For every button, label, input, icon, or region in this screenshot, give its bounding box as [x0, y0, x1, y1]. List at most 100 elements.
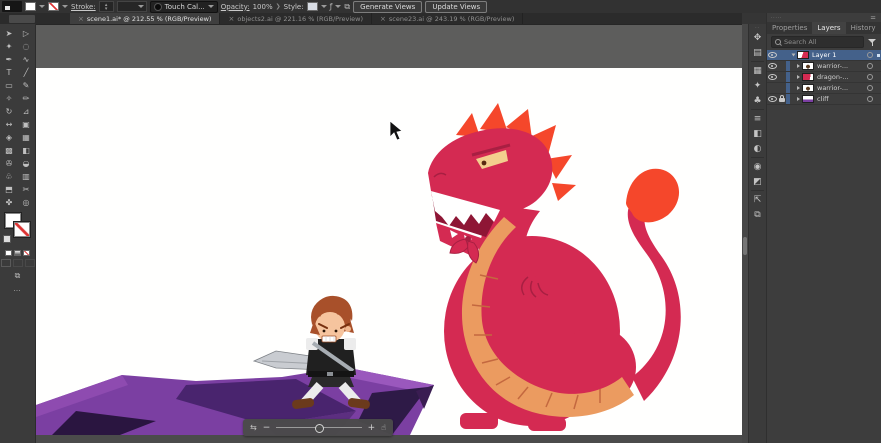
column-graph-tool-icon[interactable]: ▥ [18, 170, 35, 183]
chevron-down-icon[interactable] [321, 5, 327, 8]
expand-chevron-icon[interactable] [795, 86, 802, 90]
graphic-style-swatch[interactable] [307, 2, 318, 11]
expand-chevron-icon[interactable] [790, 53, 797, 57]
zoom-tool-icon[interactable]: ◎ [18, 196, 35, 209]
gradient-tool-icon[interactable]: ◧ [18, 144, 35, 157]
search-input[interactable]: Search All [771, 36, 864, 48]
layer-name[interactable]: Layer 1 [812, 51, 865, 59]
expand-chevron-icon[interactable] [795, 97, 802, 101]
width-profile-dropdown[interactable] [117, 1, 147, 12]
canvas-area[interactable]: ⇆ − + ☝ [36, 24, 742, 443]
panel-tab-history[interactable]: History [846, 22, 881, 34]
close-tab-icon[interactable]: × [228, 15, 234, 23]
layer-row[interactable]: Layer 1 [767, 50, 881, 61]
mesh-tool-icon[interactable]: ▩ [1, 144, 18, 157]
layer-thumbnail[interactable] [802, 62, 814, 70]
document-tab-1[interactable]: ×scene1.ai* @ 212.55 % (RGB/Preview) [70, 13, 220, 24]
type-tool-icon[interactable]: T [1, 66, 18, 79]
scale-tool-icon[interactable]: ⊿ [18, 105, 35, 118]
shaper-tool-icon[interactable]: ✧ [1, 92, 18, 105]
expand-chevron-icon[interactable] [795, 64, 802, 68]
target-circle-icon[interactable] [865, 63, 875, 69]
visibility-eye-icon[interactable] [767, 63, 777, 69]
visibility-eye-icon[interactable] [767, 74, 777, 80]
symbol-sprayer-tool-icon[interactable]: ♧ [1, 170, 18, 183]
expand-chevron-icon[interactable] [795, 75, 802, 79]
stroke-panel-icon[interactable]: ≡ [749, 111, 766, 126]
draw-normal-button[interactable] [1, 259, 11, 267]
line-segment-tool-icon[interactable]: ╱ [18, 66, 35, 79]
perspective-grid-tool-icon[interactable]: ▦ [18, 131, 35, 144]
stroke-color-swatch[interactable] [48, 2, 59, 11]
update-views-button[interactable]: Update Views [425, 1, 487, 13]
pen-tool-icon[interactable]: ✒ [1, 53, 18, 66]
panel-menu-icon[interactable]: = [870, 14, 877, 22]
zoom-slider-track[interactable] [276, 427, 361, 428]
zoom-presets-icon[interactable]: ⇆ [250, 423, 257, 432]
slice-tool-icon[interactable]: ✂ [18, 183, 35, 196]
workspace-mini-button[interactable] [9, 15, 35, 23]
visibility-eye-icon[interactable] [767, 96, 777, 102]
screen-mode-icon[interactable]: ⧉ [0, 271, 35, 281]
opacity-value[interactable]: 100% [253, 3, 273, 11]
layer-name[interactable]: dragon-... [817, 73, 865, 81]
color-mode-button[interactable] [5, 250, 12, 256]
direct-selection-tool-icon[interactable]: ▷ [18, 27, 35, 40]
panel-grip[interactable]: ·····= [767, 13, 881, 22]
draw-behind-button[interactable] [13, 259, 23, 267]
brushes-panel-icon[interactable]: ◉ [749, 159, 766, 174]
paintbrush-tool-icon[interactable]: ✎ [18, 79, 35, 92]
rectangle-tool-icon[interactable]: ▭ [1, 79, 18, 92]
chevron-down-icon[interactable] [62, 5, 68, 8]
pencil-tool-icon[interactable]: ✏ [18, 92, 35, 105]
document-tab-3[interactable]: ×scene23.ai @ 243.19 % (RGB/Preview) [372, 13, 523, 24]
recolor-artwork-icon[interactable]: ƒ [330, 2, 333, 11]
layer-name[interactable]: warrior-... [817, 84, 865, 92]
curvature-tool-icon[interactable]: ∿ [18, 53, 35, 66]
layer-row[interactable]: cliff [767, 94, 881, 105]
magic-wand-tool-icon[interactable]: ✦ [1, 40, 18, 53]
target-circle-icon[interactable] [865, 96, 875, 102]
touch-mode-icon[interactable]: ☝ [381, 423, 386, 432]
layers-panel-icon[interactable]: ⧉ [749, 207, 766, 222]
layer-thumbnail[interactable] [802, 73, 814, 81]
export-panel-icon[interactable]: ⇱ [749, 192, 766, 207]
eyedropper-tool-icon[interactable]: ✇ [1, 157, 18, 170]
close-tab-icon[interactable]: × [380, 15, 386, 23]
selection-indicator[interactable] [875, 54, 881, 57]
layer-row[interactable]: warrior-... [767, 83, 881, 94]
shape-builder-tool-icon[interactable]: ◈ [1, 131, 18, 144]
close-tab-icon[interactable]: × [78, 15, 84, 23]
libraries-panel-icon[interactable]: ▦ [749, 63, 766, 78]
hand-tool-icon[interactable]: ✤ [1, 196, 18, 209]
document-tab-2[interactable]: ×objects2.ai @ 221.16 % (RGB/Preview) [220, 13, 372, 24]
layer-name[interactable]: cliff [817, 95, 865, 103]
lasso-tool-icon[interactable]: ◌ [18, 40, 35, 53]
filter-icon[interactable] [868, 38, 877, 47]
draw-inside-button[interactable] [25, 259, 35, 267]
panel-tab-properties[interactable]: Properties [767, 22, 812, 34]
panel-tab-layers[interactable]: Layers [812, 22, 845, 34]
gradient-panel-icon[interactable]: ◧ [749, 126, 766, 141]
dragon-illustration[interactable] [428, 103, 681, 431]
edit-toolbar-icon[interactable]: … [0, 285, 35, 293]
symbols-panel-icon[interactable]: ♣ [749, 93, 766, 108]
zoom-out-button[interactable]: − [263, 423, 271, 433]
chevron-down-icon[interactable] [335, 5, 341, 8]
width-tool-icon[interactable]: ↔ [1, 118, 18, 131]
document-setup-icon[interactable]: ⧉ [344, 2, 350, 12]
gradient-mode-button[interactable] [14, 250, 21, 256]
zoom-in-button[interactable]: + [368, 423, 376, 433]
stroke-weight-stepper[interactable]: ▴▾ [99, 1, 114, 12]
target-circle-icon[interactable] [865, 74, 875, 80]
transparency-panel-icon[interactable]: ◐ [749, 141, 766, 156]
brush-definition-dropdown[interactable]: Touch Cal... [150, 1, 218, 13]
artboards-panel-icon[interactable]: ▤ [749, 45, 766, 60]
lock-icon[interactable] [777, 96, 786, 102]
free-transform-tool-icon[interactable]: ▣ [18, 118, 35, 131]
layer-row[interactable]: dragon-... [767, 72, 881, 83]
layer-thumbnail[interactable] [802, 95, 814, 103]
generate-views-button[interactable]: Generate Views [353, 1, 422, 13]
blend-tool-icon[interactable]: ◒ [18, 157, 35, 170]
none-mode-button[interactable] [23, 250, 30, 256]
